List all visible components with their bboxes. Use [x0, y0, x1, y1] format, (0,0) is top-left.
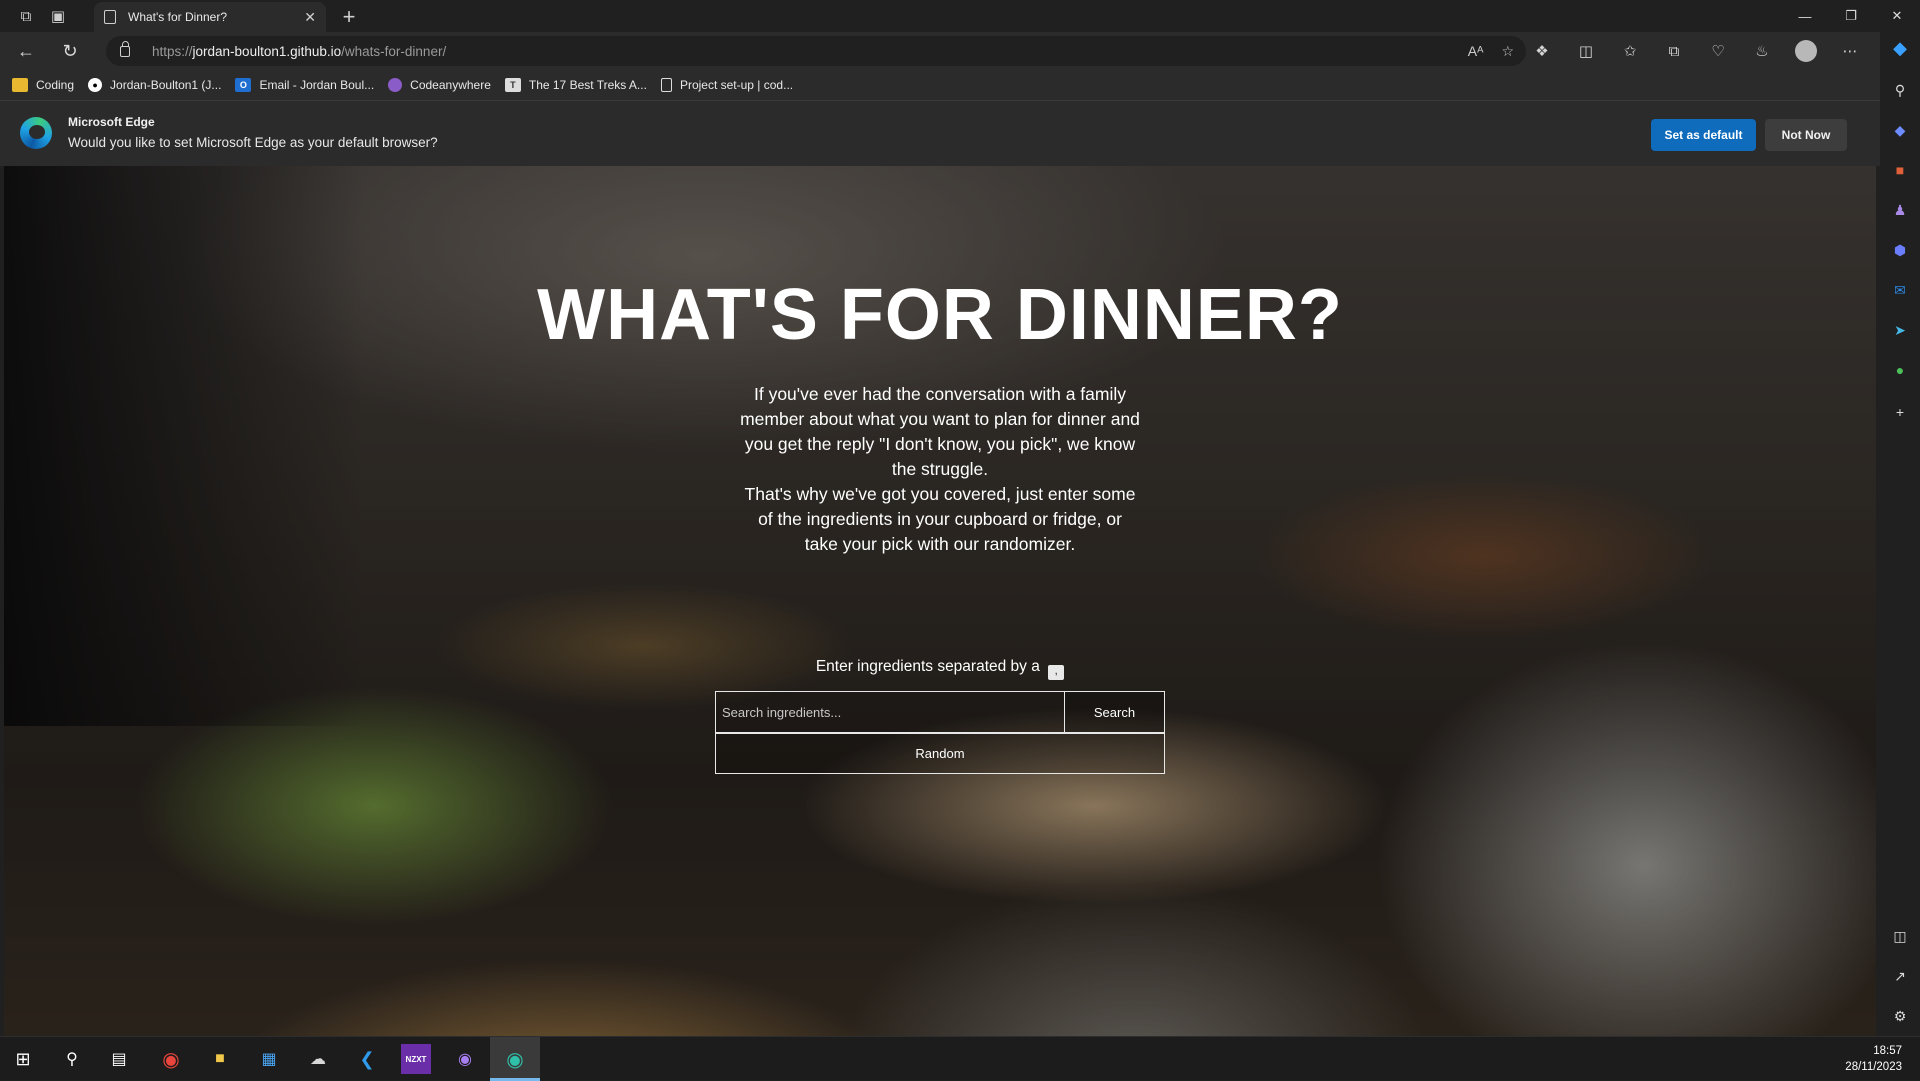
- nzxt-icon[interactable]: NZXT: [401, 1044, 431, 1074]
- tab-strip: ⧉ ▣ What's for Dinner? ✕ + — ❐ ✕: [0, 0, 1920, 32]
- notifications-icon[interactable]: ♨: [1740, 32, 1784, 70]
- intro-paragraph: If you've ever had the conversation with…: [740, 384, 1140, 479]
- tab-title: What's for Dinner?: [128, 10, 227, 24]
- chrome-icon[interactable]: ◉: [156, 1044, 186, 1074]
- intro-paragraph: That's why we've got you covered, just e…: [744, 484, 1136, 554]
- not-now-button[interactable]: Not Now: [1765, 119, 1847, 151]
- favorite-star-icon[interactable]: ☆: [1501, 43, 1514, 60]
- close-tab-icon[interactable]: ✕: [304, 9, 316, 26]
- tab-whats-for-dinner[interactable]: What's for Dinner? ✕: [94, 2, 326, 32]
- close-window-button[interactable]: ✕: [1874, 0, 1920, 32]
- microsoft-365-icon[interactable]: ⬢: [1890, 240, 1910, 260]
- clock-time: 18:57: [1873, 1045, 1902, 1057]
- codeanywhere-icon: [388, 78, 403, 92]
- outlook-icon: O: [235, 78, 252, 92]
- cloud-app-icon[interactable]: ☁: [303, 1044, 333, 1074]
- task-view-icon[interactable]: ▤: [104, 1044, 134, 1074]
- search-icon[interactable]: ⚲: [57, 1044, 87, 1074]
- split-screen-icon[interactable]: ◫: [1564, 32, 1608, 70]
- settings-more-icon[interactable]: ⋯: [1828, 32, 1872, 70]
- intro-text: If you've ever had the conversation with…: [740, 382, 1140, 557]
- default-browser-infobar: Microsoft Edge Would you like to set Mic…: [0, 100, 1880, 166]
- games-icon[interactable]: ♟: [1890, 200, 1910, 220]
- favorite-item[interactable]: Codeanywhere: [388, 78, 491, 92]
- open-external-icon[interactable]: ↗: [1890, 966, 1910, 986]
- edge-icon[interactable]: ◉: [500, 1044, 530, 1074]
- set-as-default-button[interactable]: Set as default: [1651, 119, 1756, 151]
- favorite-item[interactable]: Coding: [12, 78, 74, 92]
- favorite-item[interactable]: T The 17 Best Treks A...: [504, 78, 647, 92]
- read-aloud-icon[interactable]: Aᴬ: [1468, 43, 1484, 59]
- clock-date: 28/11/2023: [1845, 1061, 1902, 1073]
- start-icon[interactable]: ⊞: [8, 1044, 38, 1074]
- file-explorer-icon[interactable]: ■: [205, 1044, 235, 1074]
- ingredients-prompt: Enter ingredients separated by a ,: [4, 658, 1876, 680]
- favorites-bar: Coding ● Jordan-Boulton1 (J... O Email - J…: [0, 70, 1880, 100]
- favorite-item[interactable]: ● Jordan-Boulton1 (J...: [88, 78, 221, 92]
- sidebar-settings-icon[interactable]: ⚙: [1890, 1006, 1910, 1026]
- system-clock[interactable]: 18:57 28/11/2023: [1845, 1043, 1902, 1075]
- infobar-title: Microsoft Edge: [68, 115, 155, 129]
- search-icon[interactable]: ⚲: [1890, 80, 1910, 100]
- browser-essentials-icon[interactable]: ♡: [1696, 32, 1740, 70]
- workspaces-icon[interactable]: ⧉: [12, 2, 40, 30]
- url-text[interactable]: https://jordan-boulton1.github.io/whats-…: [152, 44, 446, 59]
- back-button[interactable]: ←: [8, 35, 44, 67]
- vscode-icon[interactable]: ❮: [352, 1044, 382, 1074]
- tools-icon[interactable]: ■: [1890, 160, 1910, 180]
- navigation-bar: ← ↻ https://jordan-boulton1.github.io/wh…: [0, 32, 1880, 70]
- hide-sidebar-icon[interactable]: ◫: [1890, 926, 1910, 946]
- shopping-icon[interactable]: ◆: [1890, 120, 1910, 140]
- github-desktop-icon[interactable]: ◉: [450, 1044, 480, 1074]
- profile-avatar[interactable]: [1795, 40, 1817, 62]
- favorite-item[interactable]: Project set-up | cod...: [660, 78, 793, 92]
- minimize-button[interactable]: —: [1782, 0, 1828, 32]
- random-button[interactable]: Random: [715, 733, 1165, 774]
- refresh-button[interactable]: ↻: [52, 35, 88, 67]
- page-title: WHAT'S FOR DINNER?: [537, 275, 1343, 355]
- copilot-icon[interactable]: ◆: [1890, 38, 1910, 58]
- new-tab-button[interactable]: +: [336, 4, 362, 30]
- collections-icon[interactable]: ⧉: [1652, 32, 1696, 70]
- send-icon[interactable]: ➤: [1890, 320, 1910, 340]
- page-icon: T: [504, 78, 521, 92]
- edge-sidebar: ◆ ⚲ ◆ ■ ♟ ⬢ ✉ ➤ ● + ◫ ↗ ⚙: [1880, 32, 1920, 1036]
- add-icon[interactable]: +: [1890, 402, 1910, 422]
- comma-key-badge: ,: [1048, 665, 1065, 680]
- tab-actions-icon[interactable]: ▣: [44, 2, 72, 30]
- store-icon[interactable]: ▦: [254, 1044, 284, 1074]
- search-button[interactable]: Search: [1065, 691, 1165, 733]
- ingredients-search-input[interactable]: [715, 691, 1065, 733]
- extensions-icon[interactable]: ❖: [1520, 32, 1564, 70]
- taskbar: ⊞ ⚲ ▤ ◉ ■ ▦ ☁ ❮ NZXT ◉ ◉ 18:57 28/11/202…: [0, 1036, 1920, 1081]
- restore-button[interactable]: ❐: [1828, 0, 1874, 32]
- drop-icon[interactable]: ●: [1890, 360, 1910, 380]
- favorite-item[interactable]: O Email - Jordan Boul...: [235, 78, 374, 92]
- window-controls: — ❐ ✕: [1782, 0, 1920, 32]
- page-icon: [104, 10, 116, 24]
- edge-logo-icon: [20, 117, 52, 149]
- lock-icon[interactable]: [120, 40, 130, 57]
- search-form: Search: [715, 691, 1165, 733]
- folder-icon: [12, 78, 28, 92]
- infobar-message: Would you like to set Microsoft Edge as …: [68, 135, 438, 150]
- outlook-icon[interactable]: ✉: [1890, 280, 1910, 300]
- address-bar[interactable]: https://jordan-boulton1.github.io/whats-…: [106, 36, 1526, 66]
- github-icon: ●: [88, 78, 103, 92]
- document-icon: [660, 78, 672, 92]
- favorites-icon[interactable]: ✩: [1608, 32, 1652, 70]
- prompt-label: Enter ingredients separated by a: [815, 658, 1040, 675]
- page-viewport: WHAT'S FOR DINNER? If you've ever had th…: [4, 166, 1876, 1036]
